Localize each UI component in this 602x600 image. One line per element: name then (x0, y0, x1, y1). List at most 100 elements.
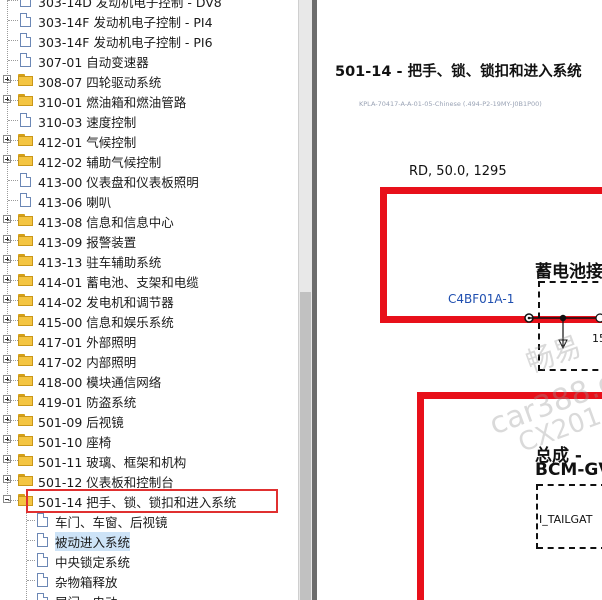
document-id: KPLA-70417-A-A-01-05-Chinese (.494-P2-19… (359, 100, 542, 108)
tree-item[interactable]: 303-14D 发动机电子控制 - DV8 (0, 0, 298, 10)
bcm-label: BCM-GV (535, 460, 602, 480)
folder-icon (18, 94, 34, 106)
tree-item[interactable]: 413-06 喇叭 (0, 190, 298, 210)
tree-item[interactable]: 414-02 发电机和调节器 (0, 290, 298, 310)
folder-icon (18, 154, 34, 166)
folder-icon (18, 214, 34, 226)
tree-item-label: 501-10 座椅 (38, 435, 112, 450)
tree-connector (8, 60, 18, 62)
tree-item[interactable]: 501-12 仪表板和控制台 (0, 470, 298, 490)
tree-item[interactable]: 308-07 四轮驱动系统 (0, 70, 298, 90)
tree-item[interactable]: 413-13 驻车辅助系统 (0, 250, 298, 270)
tree-item[interactable]: 418-00 模块通信网络 (0, 370, 298, 390)
tree-connector (8, 320, 18, 322)
tree-item-label: 414-01 蓄电池、支架和电缆 (38, 275, 199, 290)
tree-item[interactable]: 419-01 防盗系统 (0, 390, 298, 410)
tree-item-label: 303-14F 发动机电子控制 - PI6 (38, 35, 213, 50)
wire-label: RD, 50.0, 1295 (409, 164, 507, 179)
selected-item-label: 被动进入系统 (55, 532, 131, 551)
tree-item-label: 501-09 后视镜 (38, 415, 124, 430)
tree-connector (8, 0, 18, 2)
tree-item-label: 417-02 内部照明 (38, 355, 137, 370)
tree-item[interactable]: 413-08 信息和信息中心 (0, 210, 298, 230)
tree-connector (27, 540, 35, 542)
bcm-box-bottom (537, 547, 602, 549)
connector-label: C4BF01A-1 (448, 292, 515, 306)
document-title: 501-14 - 把手、锁、锁扣和进入系统 (335, 64, 582, 80)
tree-item[interactable]: 501-09 后视镜 (0, 410, 298, 430)
tree-item[interactable]: 303-14F 发动机电子控制 - PI6 (0, 30, 298, 50)
tree-item-label: 303-14F 发动机电子控制 - PI4 (38, 15, 213, 30)
tree-item[interactable]: 412-01 气候控制 (0, 130, 298, 150)
tree-connector (8, 200, 18, 202)
tree-item[interactable]: 412-02 辅助气候控制 (0, 150, 298, 170)
tree-item[interactable]: 413-09 报警装置 (0, 230, 298, 250)
tree-connector (8, 440, 18, 442)
scrollbar-thumb[interactable] (300, 292, 311, 600)
tree-item[interactable]: 501-11 玻璃、框架和机构 (0, 450, 298, 470)
tree-connector (8, 100, 18, 102)
document-viewer: 501-14 - 把手、锁、锁扣和进入系统 KPLA-70417-A-A-01-… (317, 0, 602, 600)
tree-item-label: 412-02 辅助气候控制 (38, 155, 162, 170)
tree-item-label: 419-01 防盗系统 (38, 395, 137, 410)
tree-child-item[interactable]: 中央锁定系统 (0, 550, 298, 570)
tree-connector (8, 420, 18, 422)
tree-connector (8, 240, 18, 242)
document-icon (37, 593, 48, 600)
tree-item[interactable]: 417-02 内部照明 (0, 350, 298, 370)
document-icon (20, 13, 31, 27)
folder-icon (18, 314, 34, 326)
tree-item-label: 415-00 信息和娱乐系统 (38, 315, 174, 330)
folder-icon (18, 294, 34, 306)
tree-connector (8, 20, 18, 22)
tree-item[interactable]: 415-00 信息和娱乐系统 (0, 310, 298, 330)
battery-junction-label: 蓄电池接 (535, 262, 602, 282)
tree-item-label: 310-03 速度控制 (38, 115, 137, 130)
folder-icon (18, 434, 34, 446)
tree-item[interactable]: 310-03 速度控制 (0, 110, 298, 130)
tree-item-label: 310-01 燃油箱和燃油管路 (38, 95, 187, 110)
tree-item[interactable]: 417-01 外部照明 (0, 330, 298, 350)
folder-icon (18, 474, 34, 486)
tree-connector (8, 380, 18, 382)
tree-connector (8, 180, 18, 182)
tree-item[interactable]: 307-01 自动变速器 (0, 50, 298, 70)
folder-icon (18, 274, 34, 286)
document-icon (20, 193, 31, 207)
document-icon (20, 113, 31, 127)
tree-child-item[interactable]: 车门、车窗、后视镜 (0, 510, 298, 530)
document-icon (20, 0, 31, 7)
tree-item-label: 417-01 外部照明 (38, 335, 137, 350)
tree-connector (8, 400, 18, 402)
tree-child-item[interactable]: 尾门 - 电动 (0, 590, 298, 600)
tree-child-item[interactable]: 杂物箱释放 (0, 570, 298, 590)
pin-number: 15 (592, 332, 602, 345)
folder-icon (18, 454, 34, 466)
folder-icon (18, 354, 34, 366)
tree-item[interactable]: 303-14F 发动机电子控制 - PI4 (0, 10, 298, 30)
tree-item[interactable]: 310-01 燃油箱和燃油管路 (0, 90, 298, 110)
tree-connector (8, 160, 18, 162)
tree-view[interactable]: 303-14D 发动机电子控制 - DV8 303-14F 发动机电子控制 - P… (0, 0, 298, 600)
tree-child-item[interactable]: 被动进入系统 (0, 530, 298, 551)
tree-item[interactable]: 414-01 蓄电池、支架和电缆 (0, 270, 298, 290)
tree-item-label: 413-09 报警装置 (38, 235, 137, 250)
tree-connector (8, 480, 18, 482)
document-icon (37, 513, 48, 527)
document-icon (20, 173, 31, 187)
tree-connector (27, 560, 35, 562)
tree-connector (8, 460, 18, 462)
tree-connector (8, 120, 18, 122)
tree-connector (8, 140, 18, 142)
bcm-box-left (536, 484, 538, 549)
tree-item-label: 中央锁定系统 (55, 555, 131, 570)
document-icon (37, 533, 48, 547)
document-icon (37, 573, 48, 587)
tree-item[interactable]: 413-00 仪表盘和仪表板照明 (0, 170, 298, 190)
tree-item[interactable]: 501-10 座椅 (0, 430, 298, 450)
tree-item-label: 413-06 喇叭 (38, 195, 112, 210)
bcm-box-top (537, 484, 602, 486)
highlight-annotation-box (26, 489, 278, 513)
folder-icon (18, 254, 34, 266)
tree-connector (8, 40, 18, 42)
